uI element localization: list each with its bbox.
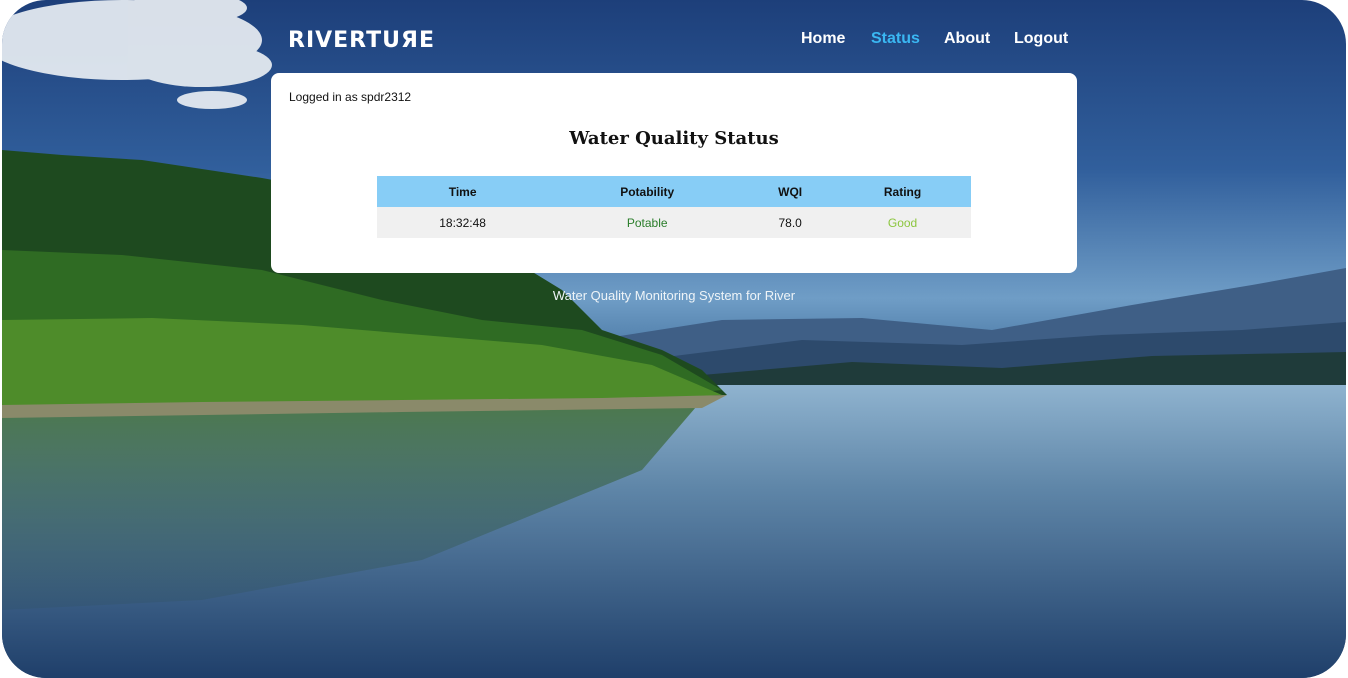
cell-potability: Potable <box>548 207 747 238</box>
nav-status[interactable]: Status <box>871 30 920 48</box>
col-wqi: WQI <box>746 176 835 207</box>
col-time: Time <box>377 176 549 207</box>
nav-home[interactable]: Home <box>801 30 845 48</box>
page-title: Water Quality Status <box>569 128 779 149</box>
table-row: 18:32:48 Potable 78.0 Good <box>377 207 971 238</box>
col-rating: Rating <box>834 176 971 207</box>
clouds <box>2 0 272 109</box>
status-table: Time Potability WQI Rating 18:32:48 Pota… <box>377 176 971 238</box>
col-potability: Potability <box>548 176 747 207</box>
cell-wqi: 78.0 <box>746 207 835 238</box>
cell-time: 18:32:48 <box>377 207 549 238</box>
cell-rating: Good <box>834 207 971 238</box>
status-card: Logged in as spdr2312 Water Quality Stat… <box>271 73 1077 273</box>
tagline: Water Quality Monitoring System for Rive… <box>552 288 796 303</box>
nav-about[interactable]: About <box>944 30 990 48</box>
main-nav: Home Status About Logout <box>2 30 1346 54</box>
app-window: RIVERTUЯE Home Status About Logout Logge… <box>2 0 1346 678</box>
table-header-row: Time Potability WQI Rating <box>377 176 971 207</box>
logged-in-text: Logged in as spdr2312 <box>289 90 412 104</box>
nav-logout[interactable]: Logout <box>1014 30 1068 48</box>
